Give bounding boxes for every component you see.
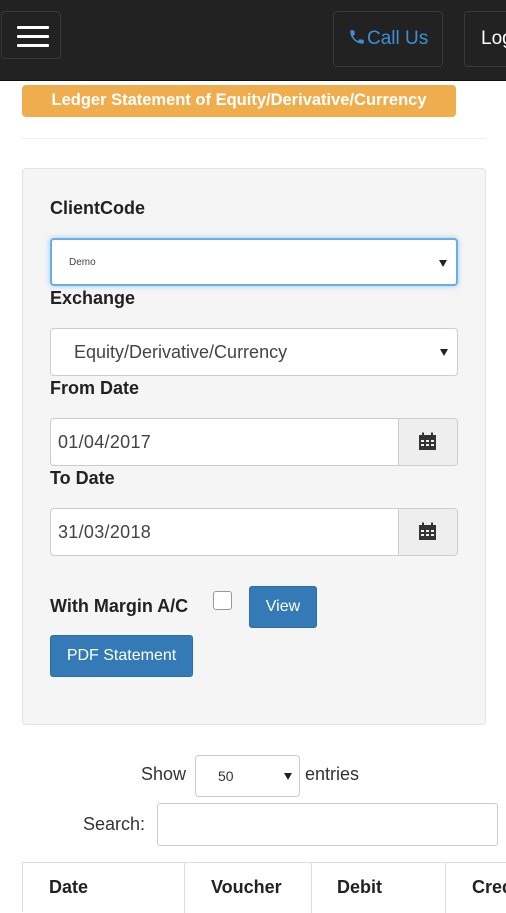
call-us-button[interactable]: Call Us	[333, 11, 443, 67]
from-date-value: 01/04/2017	[58, 432, 152, 452]
from-date-calendar-button[interactable]	[398, 419, 457, 465]
entries-label: entries	[305, 764, 360, 784]
login-button[interactable]: Log	[464, 11, 506, 67]
exchange-select[interactable]: Equity/Derivative/Currency	[50, 328, 458, 376]
top-navbar: Call Us Log	[0, 0, 506, 81]
view-button[interactable]: View	[249, 586, 317, 628]
divider	[22, 138, 486, 139]
chevron-down-icon	[284, 773, 292, 780]
hamburger-icon	[17, 44, 49, 47]
exchange-label: Exchange	[50, 288, 136, 308]
to-date-label: To Date	[50, 468, 115, 488]
to-date-field[interactable]: 31/03/2018	[50, 508, 458, 556]
search-input[interactable]	[157, 803, 498, 846]
pdf-statement-button[interactable]: PDF Statement	[50, 635, 193, 677]
margin-label: With Margin A/C	[50, 596, 189, 616]
entries-select[interactable]: 50	[195, 755, 300, 797]
column-header-debit[interactable]: Debit	[312, 863, 446, 913]
client-code-select[interactable]: Demo	[50, 238, 458, 286]
client-code-value: Demo	[69, 257, 96, 268]
login-label: Log	[481, 28, 506, 49]
call-us-label: Call Us	[367, 28, 429, 49]
hamburger-icon	[17, 26, 49, 29]
ledger-table-header: Date Voucher Debit Cred	[22, 862, 506, 913]
margin-checkbox[interactable]	[213, 591, 232, 610]
show-label: Show	[141, 764, 187, 784]
entries-value: 50	[218, 768, 234, 784]
page-title: Ledger Statement of Equity/Derivative/Cu…	[22, 85, 456, 117]
column-header-voucher[interactable]: Voucher	[185, 863, 312, 913]
phone-icon	[350, 30, 364, 44]
column-header-date[interactable]: Date	[23, 863, 185, 913]
hamburger-menu-button[interactable]	[1, 11, 61, 59]
from-date-label: From Date	[50, 378, 140, 398]
chevron-down-icon	[440, 349, 448, 356]
calendar-icon	[419, 522, 436, 540]
chevron-down-icon	[439, 260, 447, 267]
exchange-value: Equity/Derivative/Currency	[74, 342, 288, 362]
column-header-credit[interactable]: Cred	[446, 863, 506, 913]
from-date-field[interactable]: 01/04/2017	[50, 418, 458, 466]
search-label: Search:	[83, 814, 146, 834]
to-date-calendar-button[interactable]	[398, 509, 457, 555]
hamburger-icon	[17, 35, 49, 38]
to-date-value: 31/03/2018	[58, 522, 152, 542]
calendar-icon	[419, 432, 436, 450]
client-code-label: ClientCode	[50, 198, 146, 218]
